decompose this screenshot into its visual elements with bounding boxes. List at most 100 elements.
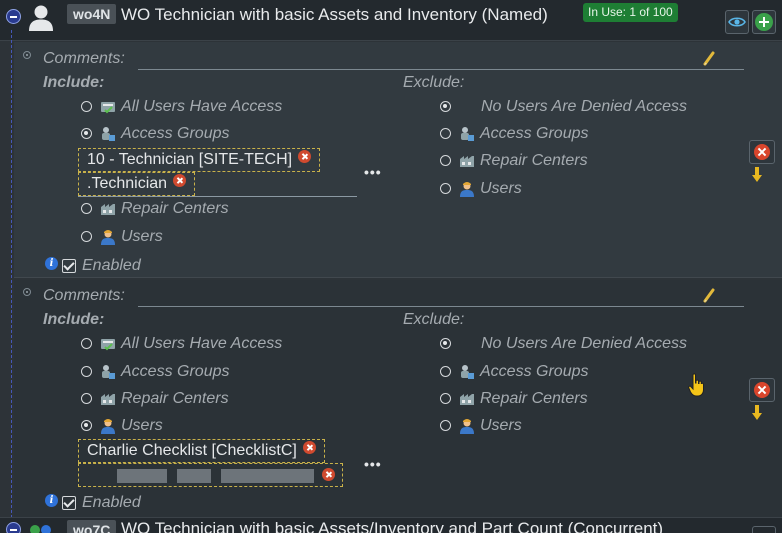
enabled-checkbox[interactable] (62, 496, 76, 510)
repair-centers-icon (101, 204, 115, 215)
tree-node-icon (23, 51, 31, 59)
include-access-groups-label: Access Groups (121, 363, 230, 380)
expand-icon[interactable] (6, 522, 21, 533)
enabled-checkbox[interactable] (62, 259, 76, 273)
comments-label: Comments: (43, 287, 125, 304)
license-header: wo4N WO Technician with basic Assets and… (0, 0, 782, 41)
move-down-icon[interactable] (752, 167, 762, 183)
include-users-label: Users (121, 228, 163, 245)
include-repair-centers-radio[interactable] (81, 393, 92, 404)
include-users-label: Users (121, 417, 163, 434)
repair-centers-icon (460, 156, 474, 167)
next-license-header: wo7C WO Technician with basic Assets/Inv… (0, 517, 782, 533)
include-access-groups-radio[interactable] (81, 128, 92, 139)
redacted-text (221, 469, 314, 483)
include-repair-centers-radio[interactable] (81, 203, 92, 214)
include-all-users-radio[interactable] (81, 101, 92, 112)
eye-icon (728, 17, 746, 27)
exclude-users-radio[interactable] (440, 420, 451, 431)
access-groups-icon (102, 365, 115, 379)
user-avatar-icon (29, 5, 53, 31)
collapse-icon[interactable] (6, 9, 21, 24)
info-icon[interactable]: i (45, 257, 58, 270)
permission-block-1: Comments: Include: Exclude: All Users Ha… (14, 42, 782, 278)
chip-label: 10 - Technician [SITE-TECH] (87, 151, 293, 168)
include-all-users-label: All Users Have Access (121, 98, 283, 115)
add-button[interactable] (752, 10, 776, 34)
exclude-label: Exclude: (403, 74, 465, 91)
access-groups-icon (461, 365, 474, 379)
access-group-chip: 10 - Technician [SITE-TECH] (78, 148, 321, 172)
exclude-access-groups-radio[interactable] (440, 366, 451, 377)
include-label: Include: (43, 74, 105, 91)
redacted-text (177, 469, 211, 483)
exclude-repair-centers-label: Repair Centers (480, 152, 588, 169)
access-group-input[interactable] (78, 196, 357, 197)
chip-label: Charlie Checklist [ChecklistC] (87, 442, 297, 459)
delete-icon (754, 144, 770, 160)
exclude-users-label: Users (480, 417, 522, 434)
exclude-repair-centers-radio[interactable] (440, 155, 451, 166)
remove-chip-icon[interactable] (173, 174, 187, 187)
all-access-icon (101, 102, 115, 114)
permission-block-2: Comments: Include: Exclude: All Users Ha… (14, 280, 782, 518)
access-groups-icon (102, 127, 115, 141)
exclude-none-radio[interactable] (440, 101, 451, 112)
remove-chip-icon[interactable] (298, 150, 312, 163)
exclude-access-groups-label: Access Groups (480, 363, 589, 380)
include-repair-centers-label: Repair Centers (121, 390, 229, 407)
more-button[interactable]: ••• (364, 456, 382, 472)
users-group-icon (30, 525, 51, 533)
exclude-users-label: Users (480, 180, 522, 197)
repair-centers-icon (460, 394, 474, 405)
license-code-badge: wo7C (67, 520, 117, 533)
all-access-icon (101, 339, 115, 351)
info-icon[interactable]: i (45, 494, 58, 507)
remove-chip-icon[interactable] (322, 468, 335, 481)
enabled-label: Enabled (82, 257, 141, 274)
enabled-label: Enabled (82, 494, 141, 511)
comments-input[interactable] (138, 306, 744, 307)
hand-cursor-icon (688, 373, 704, 397)
tree-node-icon (23, 288, 31, 296)
tree-connector (11, 30, 12, 533)
view-button[interactable] (725, 10, 749, 34)
redacted-text (117, 469, 167, 483)
include-access-groups-label: Access Groups (121, 125, 230, 142)
include-users-radio[interactable] (81, 231, 92, 242)
exclude-repair-centers-radio[interactable] (440, 393, 451, 404)
delete-button[interactable] (749, 140, 775, 164)
exclude-access-groups-radio[interactable] (440, 128, 451, 139)
plus-icon (755, 13, 773, 31)
exclude-access-groups-label: Access Groups (480, 125, 589, 142)
include-label: Include: (43, 311, 105, 328)
edit-pencil-icon[interactable] (702, 50, 716, 66)
comments-input[interactable] (138, 69, 744, 70)
chip-label: .Technician (87, 175, 168, 192)
include-all-users-radio[interactable] (81, 338, 92, 349)
delete-icon (754, 382, 770, 398)
exclude-none-radio[interactable] (440, 338, 451, 349)
remove-chip-icon[interactable] (302, 441, 316, 454)
license-code-badge: wo4N (67, 4, 117, 24)
access-groups-icon (461, 127, 474, 141)
include-access-groups-radio[interactable] (81, 366, 92, 377)
move-down-icon[interactable] (752, 405, 762, 421)
edit-pencil-icon[interactable] (702, 287, 716, 303)
delete-button[interactable] (749, 378, 775, 402)
include-all-users-label: All Users Have Access (121, 335, 283, 352)
add-button[interactable] (752, 526, 776, 533)
user-chip: Charlie Checklist [ChecklistC] (78, 439, 325, 463)
user-icon (460, 419, 474, 434)
license-title: WO Technician with basic Assets and Inve… (121, 5, 548, 24)
access-group-chip: .Technician (78, 172, 196, 196)
exclude-users-radio[interactable] (440, 183, 451, 194)
user-icon (460, 182, 474, 197)
exclude-repair-centers-label: Repair Centers (480, 390, 588, 407)
comments-label: Comments: (43, 50, 125, 67)
more-button[interactable]: ••• (364, 164, 382, 180)
user-icon (101, 419, 115, 434)
include-users-radio[interactable] (81, 420, 92, 431)
repair-centers-icon (101, 394, 115, 405)
include-repair-centers-label: Repair Centers (121, 200, 229, 217)
